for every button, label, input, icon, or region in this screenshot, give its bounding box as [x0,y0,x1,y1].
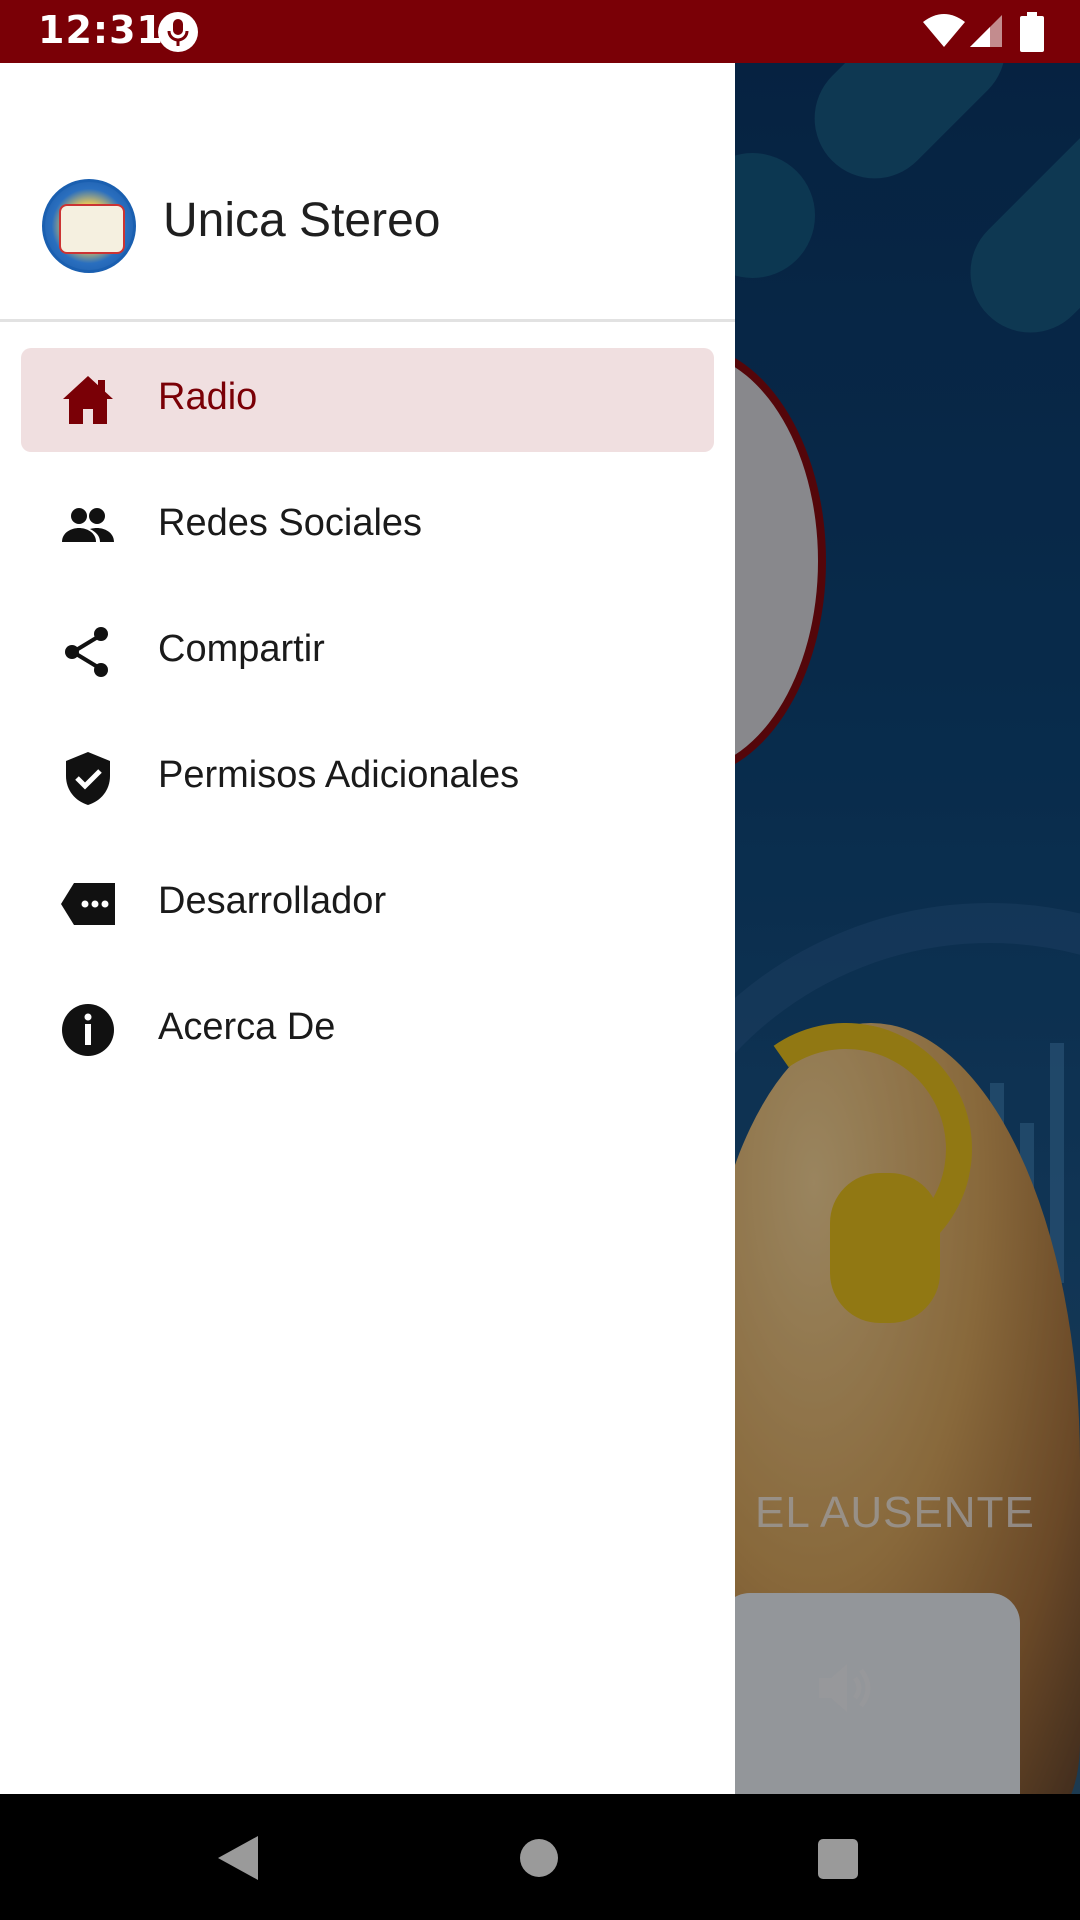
app-logo-badge [59,204,125,254]
menu-item-acerca-de[interactable]: Acerca De [21,978,714,1082]
label-dots-icon [61,883,115,925]
home-button[interactable] [520,1839,558,1877]
status-bar: 12:31 [0,0,1080,63]
drawer-app-title: Unica Stereo [163,194,441,247]
menu-item-compartir[interactable]: Compartir [21,600,714,704]
menu-item-desarrollador[interactable]: Desarrollador [21,852,714,956]
recents-button[interactable] [818,1839,858,1879]
battery-icon [1020,12,1044,52]
menu-item-label: Acerca De [158,1006,336,1048]
drawer-header: Unica Stereo [0,63,735,322]
menu-item-label: Redes Sociales [158,502,423,544]
signal-icon [970,15,1002,47]
menu-item-label: Permisos Adicionales [158,754,520,796]
menu-item-label: Radio [158,376,258,418]
wifi-icon [923,14,965,47]
app-logo [42,179,136,273]
menu-item-radio[interactable]: Radio [21,348,714,452]
info-icon [62,1004,114,1056]
share-icon [65,627,108,677]
menu-item-redes-sociales[interactable]: Redes Sociales [21,474,714,578]
menu-item-label: Desarrollador [158,880,387,922]
navigation-drawer: Unica Stereo Radio Redes Sociales Compar… [0,63,735,1794]
people-icon [62,508,114,542]
menu-item-label: Compartir [158,628,325,670]
menu-item-permisos-adicionales[interactable]: Permisos Adicionales [21,726,714,830]
mic-icon [158,12,198,52]
home-icon [63,376,113,424]
status-time: 12:31 [38,8,164,52]
back-icon[interactable] [216,1834,260,1882]
system-navigation-bar [0,1794,1080,1920]
shield-check-icon [66,752,110,805]
